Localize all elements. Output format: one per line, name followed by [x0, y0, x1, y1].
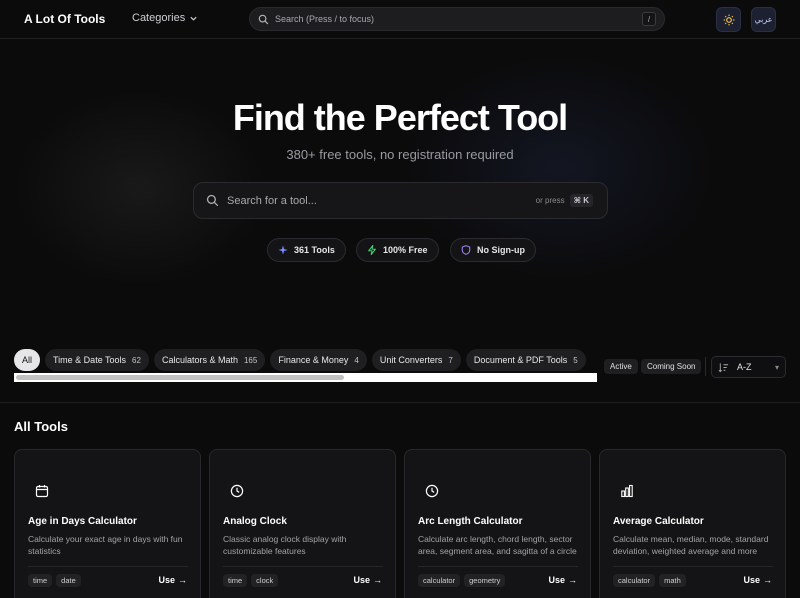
card-tag[interactable]: calculator — [613, 574, 656, 587]
chip-label: Document & PDF Tools — [473, 355, 568, 365]
search-hint-label: or press — [535, 196, 565, 205]
status-filter-active[interactable]: Active — [604, 359, 638, 374]
card-description: Classic analog clock display with custom… — [223, 534, 347, 556]
calendar-icon — [35, 485, 49, 498]
arrow-right-icon: → — [178, 575, 187, 585]
category-chip-calculators[interactable]: Calculators & Math 165 — [153, 349, 266, 371]
chip-label: Unit Converters — [379, 355, 443, 365]
top-nav: A Lot Of Tools Categories Search (Press … — [0, 0, 800, 39]
card-divider — [28, 566, 188, 567]
chevron-down-icon: ▾ — [774, 362, 779, 372]
chip-count: 4 — [354, 355, 359, 365]
category-chip-unit-converters[interactable]: Unit Converters 7 — [371, 349, 461, 371]
sort-value: A-Z — [737, 362, 752, 372]
filter-divider — [705, 357, 706, 376]
search-icon — [206, 194, 219, 207]
arrow-right-icon: → — [763, 575, 772, 585]
arrow-right-icon: → — [373, 575, 382, 585]
sparkles-icon — [278, 245, 288, 255]
sun-icon — [723, 14, 734, 25]
stat-label: 100% Free — [383, 245, 428, 255]
card-title: Analog Clock — [223, 516, 287, 527]
hero-subtitle: 380+ free tools, no registration require… — [286, 147, 514, 162]
sort-icon — [718, 362, 729, 372]
card-description: Calculate mean, median, mode, standard d… — [613, 534, 769, 556]
card-divider — [223, 566, 383, 567]
chip-count: 5 — [573, 355, 578, 365]
card-description: Calculate your exact age in days with fu… — [28, 534, 183, 556]
tool-card-analog-clock[interactable]: Analog Clock Classic analog clock displa… — [209, 449, 396, 598]
search-hint-key: ⌘ K — [569, 194, 593, 207]
site-logo[interactable]: A Lot Of Tools — [24, 12, 105, 26]
categories-label: Categories — [132, 12, 186, 24]
chip-label: Calculators & Math — [161, 355, 238, 365]
search-hint: or press ⌘ K — [536, 194, 593, 207]
categories-menu[interactable]: Categories — [132, 12, 198, 24]
category-chip-time-date[interactable]: Time & Date Tools 62 — [45, 349, 149, 371]
use-button[interactable]: Use → — [158, 575, 187, 585]
hero-search-input[interactable]: Search for a tool... or press ⌘ K — [193, 182, 608, 219]
card-tag[interactable]: calculator — [418, 574, 461, 587]
card-divider — [613, 566, 773, 567]
status-filter-coming-soon[interactable]: Coming Soon — [641, 359, 702, 374]
stat-label: 361 Tools — [294, 245, 335, 255]
header-search-input[interactable]: Search (Press / to focus) / — [249, 7, 665, 31]
chip-label: All — [22, 355, 33, 365]
stat-label: No Sign-up — [477, 245, 525, 255]
card-tag[interactable]: date — [56, 574, 81, 587]
category-chip-document-pdf[interactable]: Document & PDF Tools 5 — [465, 349, 586, 371]
language-toggle-button[interactable]: عربي — [751, 7, 776, 32]
card-tag[interactable]: time — [28, 574, 53, 587]
clock-icon — [230, 484, 244, 498]
category-chip-finance[interactable]: Finance & Money 4 — [270, 349, 367, 371]
use-label: Use — [743, 575, 760, 585]
chip-label: Time & Date Tools — [53, 355, 127, 365]
header-search-placeholder: Search (Press / to focus) — [275, 14, 375, 24]
stat-pill-tools: 361 Tools — [267, 238, 346, 262]
card-title: Average Calculator — [613, 516, 704, 527]
category-filter-bar[interactable]: All Time & Date Tools 62 Calculators & M… — [14, 349, 597, 383]
card-description: Calculate arc length, chord length, sect… — [418, 534, 577, 556]
section-title: All Tools — [14, 419, 68, 434]
stat-pill-no-signup: No Sign-up — [450, 238, 536, 262]
tool-card-average-calculator[interactable]: Average Calculator Calculate mean, media… — [599, 449, 786, 598]
use-button[interactable]: Use → — [743, 575, 772, 585]
chip-count: 7 — [448, 355, 453, 365]
chip-count: 62 — [132, 355, 141, 365]
search-icon — [258, 14, 269, 24]
stat-pill-free: 100% Free — [356, 238, 439, 262]
use-label: Use — [158, 575, 175, 585]
zap-icon — [368, 245, 376, 255]
card-tag[interactable]: time — [223, 574, 248, 587]
section-divider — [0, 402, 800, 403]
card-tag[interactable]: geometry — [464, 574, 506, 587]
chip-count: 165 — [243, 355, 258, 365]
category-chip-all[interactable]: All — [14, 349, 41, 371]
bar-chart-icon — [621, 484, 633, 498]
card-title: Age in Days Calculator — [28, 516, 137, 527]
clock-icon — [425, 484, 439, 498]
hero-search-placeholder: Search for a tool... — [227, 194, 317, 207]
horizontal-scrollbar[interactable] — [14, 373, 597, 382]
shield-icon — [461, 245, 471, 255]
card-divider — [418, 566, 578, 567]
card-tag[interactable]: clock — [251, 574, 279, 587]
theme-toggle-button[interactable] — [716, 7, 741, 32]
use-button[interactable]: Use → — [548, 575, 577, 585]
chevron-down-icon — [190, 16, 197, 21]
scrollbar-thumb[interactable] — [16, 375, 344, 380]
sort-select[interactable]: A-Z ▾ — [711, 356, 786, 378]
use-label: Use — [353, 575, 370, 585]
use-label: Use — [548, 575, 565, 585]
search-shortcut-key: / — [642, 12, 656, 26]
use-button[interactable]: Use → — [353, 575, 382, 585]
tool-card-age-in-days[interactable]: Age in Days Calculator Calculate your ex… — [14, 449, 201, 598]
arrow-right-icon: → — [568, 575, 577, 585]
hero-title: Find the Perfect Tool — [232, 97, 568, 138]
card-title: Arc Length Calculator — [418, 516, 523, 527]
tool-card-arc-length[interactable]: Arc Length Calculator Calculate arc leng… — [404, 449, 591, 598]
card-tag[interactable]: math — [659, 574, 686, 587]
chip-label: Finance & Money — [278, 355, 349, 365]
